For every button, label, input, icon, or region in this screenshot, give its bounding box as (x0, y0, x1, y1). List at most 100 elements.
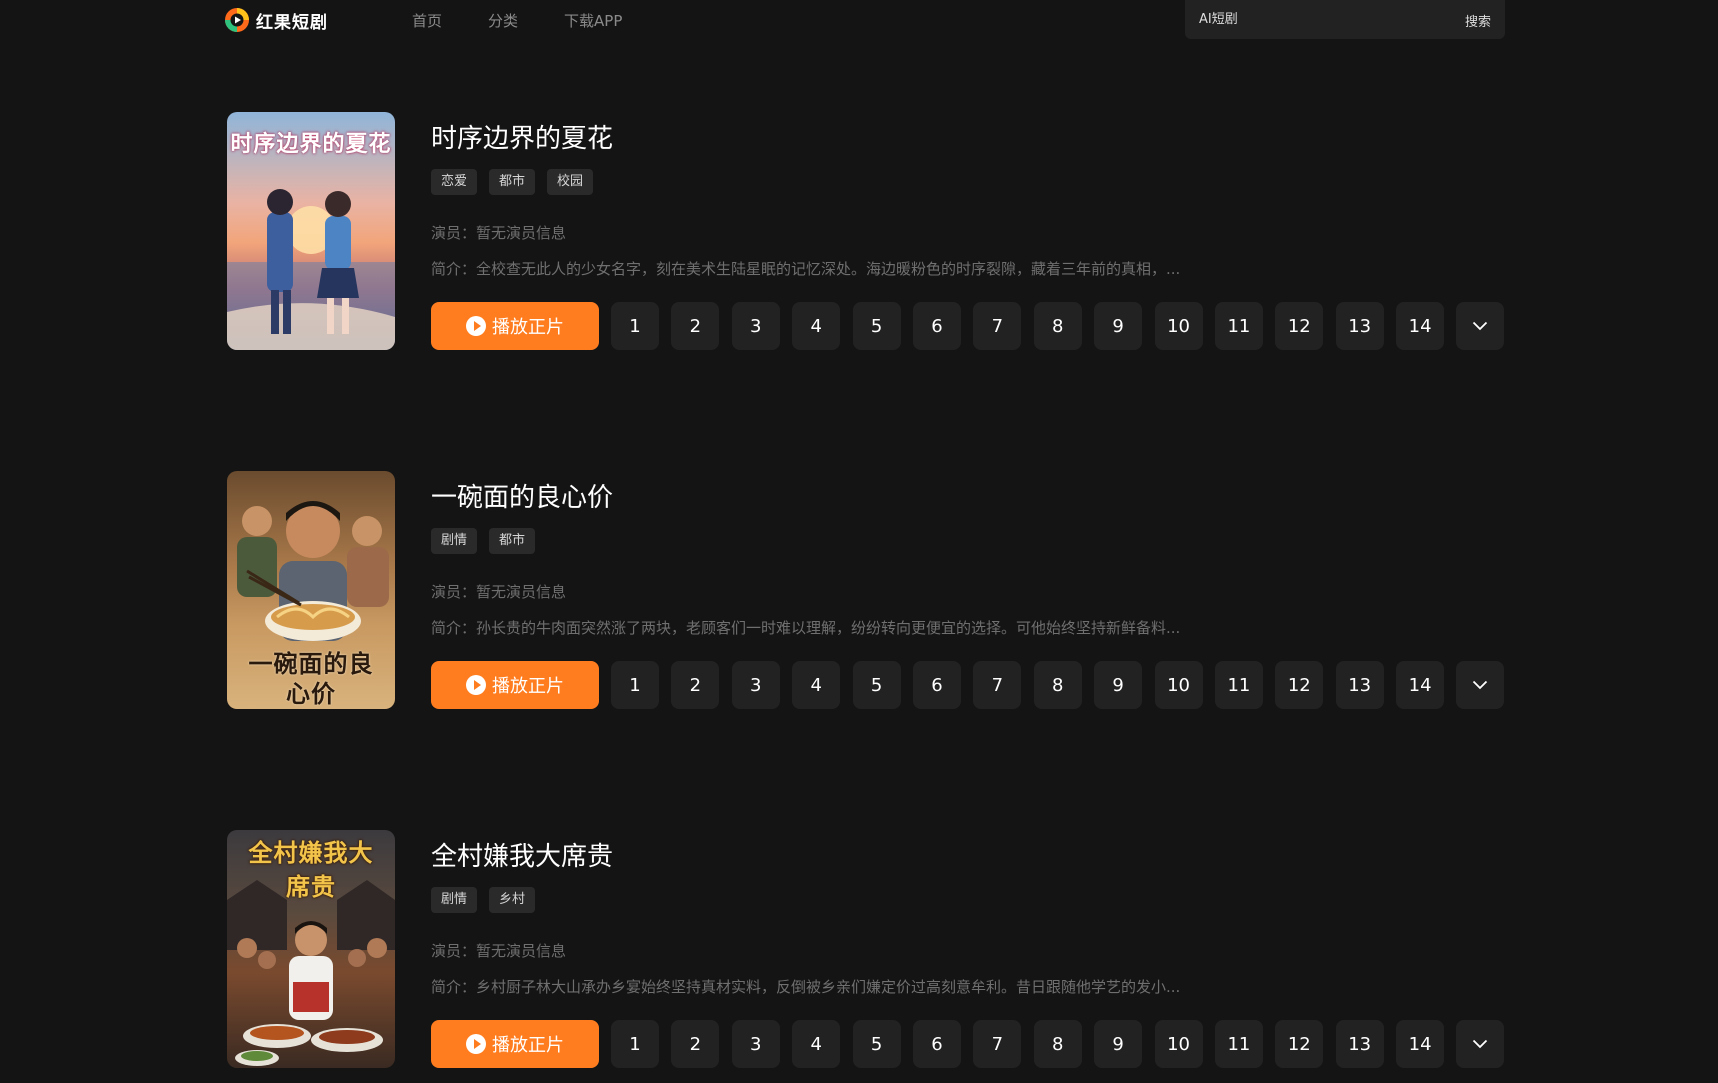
episode-button[interactable]: 14 (1396, 661, 1445, 709)
episode-button[interactable]: 11 (1214, 661, 1263, 709)
tag-list: 恋爱 都市 校园 (431, 169, 605, 195)
search-box: 搜索 (1185, 0, 1505, 39)
episode-button[interactable]: 7 (973, 1020, 1022, 1068)
top-bar: 红果短剧 首页 分类 下载APP 搜索 (0, 0, 1718, 44)
episode-controls: 播放正片 1 2 3 4 5 6 7 8 9 10 11 12 13 14 (431, 302, 1505, 350)
drama-title[interactable]: 全村嫌我大席贵 (431, 836, 613, 873)
play-button[interactable]: 播放正片 (431, 302, 599, 350)
drama-card: 全村嫌我大席贵 全村嫌我大席贵 剧情 乡村 演员：暂无演员信息 简介：乡村厨子林… (227, 830, 1507, 1070)
main-nav: 首页 分类 下载APP (412, 10, 668, 31)
nav-download-app[interactable]: 下载APP (564, 10, 622, 31)
play-circle-icon (466, 316, 486, 336)
episode-button[interactable]: 13 (1335, 302, 1384, 350)
chevron-down-icon (1473, 1039, 1488, 1049)
search-input[interactable] (1199, 9, 1429, 29)
drama-actors: 演员：暂无演员信息 (431, 224, 567, 242)
poster-title: 时序边界的夏花 (230, 131, 392, 157)
tag[interactable]: 乡村 (489, 887, 536, 913)
episode-controls: 播放正片 1 2 3 4 5 6 7 8 9 10 11 12 13 14 (431, 661, 1505, 709)
tag[interactable]: 都市 (489, 528, 536, 554)
play-logo-icon (224, 7, 250, 33)
episode-button[interactable]: 9 (1094, 302, 1143, 350)
tag-list: 剧情 乡村 (431, 887, 547, 913)
episode-button[interactable]: 1 (611, 1020, 659, 1068)
drama-poster[interactable]: 一碗面的良心价 (227, 471, 395, 709)
chevron-down-icon (1473, 321, 1488, 331)
logo[interactable]: 红果短剧 (224, 6, 328, 34)
episode-button[interactable]: 5 (852, 302, 901, 350)
episode-button[interactable]: 10 (1154, 1020, 1203, 1068)
play-circle-icon (466, 675, 486, 695)
episode-button[interactable]: 3 (731, 1020, 780, 1068)
drama-card: 一碗面的良心价 一碗面的良心价 剧情 都市 演员：暂无演员信息 简介：孙长贵的牛… (227, 471, 1507, 711)
episode-button[interactable]: 9 (1094, 1020, 1143, 1068)
episode-button[interactable]: 2 (671, 661, 720, 709)
nav-home[interactable]: 首页 (412, 10, 442, 31)
episode-button[interactable]: 12 (1275, 1020, 1324, 1068)
episode-button[interactable]: 3 (731, 661, 780, 709)
play-button-label: 播放正片 (492, 1035, 564, 1056)
tag-list: 剧情 都市 (431, 528, 547, 554)
episode-button[interactable]: 4 (792, 661, 841, 709)
poster-title: 一碗面的良心价 (248, 649, 374, 708)
more-episodes-button[interactable] (1456, 661, 1505, 709)
episode-button[interactable]: 3 (731, 302, 780, 350)
episode-button[interactable]: 1 (611, 661, 659, 709)
logo-text: 红果短剧 (256, 12, 328, 33)
episode-button[interactable]: 4 (792, 1020, 841, 1068)
episode-button[interactable]: 2 (671, 302, 720, 350)
episode-button[interactable]: 4 (792, 302, 841, 350)
play-circle-icon (466, 1034, 486, 1054)
drama-synopsis: 简介：孙长贵的牛肉面突然涨了两块，老顾客们一时难以理解，纷纷转向更便宜的选择。可… (431, 619, 1181, 637)
drama-actors: 演员：暂无演员信息 (431, 583, 567, 601)
tag[interactable]: 剧情 (431, 528, 478, 554)
episode-button[interactable]: 8 (1033, 1020, 1082, 1068)
episode-button[interactable]: 8 (1033, 661, 1082, 709)
play-button[interactable]: 播放正片 (431, 661, 599, 709)
episode-button[interactable]: 1 (611, 302, 659, 350)
episode-button[interactable]: 2 (671, 1020, 720, 1068)
episode-button[interactable]: 6 (912, 1020, 961, 1068)
more-episodes-button[interactable] (1456, 1020, 1505, 1068)
search-button[interactable]: 搜索 (1465, 11, 1491, 30)
drama-synopsis: 简介：乡村厨子林大山承办乡宴始终坚持真材实料，反倒被乡亲们嫌定价过高刻意牟利。昔… (431, 978, 1181, 996)
episode-button[interactable]: 9 (1094, 661, 1143, 709)
drama-title[interactable]: 时序边界的夏花 (431, 118, 613, 155)
more-episodes-button[interactable] (1456, 302, 1505, 350)
episode-button[interactable]: 11 (1214, 1020, 1263, 1068)
episode-button[interactable]: 11 (1214, 302, 1263, 350)
episode-button[interactable]: 6 (912, 302, 961, 350)
play-button-label: 播放正片 (492, 676, 564, 697)
drama-poster[interactable]: 全村嫌我大席贵 (227, 830, 395, 1068)
tag[interactable]: 都市 (489, 169, 536, 195)
episode-button[interactable]: 7 (973, 661, 1022, 709)
episode-button[interactable]: 14 (1396, 302, 1445, 350)
drama-actors: 演员：暂无演员信息 (431, 942, 567, 960)
drama-synopsis: 简介：全校查无此人的少女名字，刻在美术生陆星眠的记忆深处。海边暖粉色的时序裂隙，… (431, 260, 1181, 278)
tag[interactable]: 恋爱 (431, 169, 478, 195)
episode-button[interactable]: 12 (1275, 661, 1324, 709)
episode-button[interactable]: 12 (1275, 302, 1324, 350)
episode-button[interactable]: 7 (973, 302, 1022, 350)
tag[interactable]: 剧情 (431, 887, 478, 913)
episode-button[interactable]: 14 (1396, 1020, 1445, 1068)
chevron-down-icon (1473, 680, 1488, 690)
episode-button[interactable]: 6 (912, 661, 961, 709)
drama-card: 时序边界的夏花 时序边界的夏花 恋爱 都市 校园 演员：暂无演员信息 简介：全校… (227, 112, 1507, 352)
play-button-label: 播放正片 (492, 317, 564, 338)
drama-title[interactable]: 一碗面的良心价 (431, 477, 613, 514)
episode-controls: 播放正片 1 2 3 4 5 6 7 8 9 10 11 12 13 14 (431, 1020, 1505, 1068)
poster-title: 全村嫌我大席贵 (248, 838, 374, 901)
episode-button[interactable]: 5 (852, 661, 901, 709)
episode-button[interactable]: 8 (1033, 302, 1082, 350)
drama-poster[interactable]: 时序边界的夏花 (227, 112, 395, 350)
nav-category[interactable]: 分类 (488, 10, 518, 31)
episode-button[interactable]: 10 (1154, 661, 1203, 709)
episode-button[interactable]: 5 (852, 1020, 901, 1068)
tag[interactable]: 校园 (547, 169, 594, 195)
episode-button[interactable]: 13 (1335, 661, 1384, 709)
play-button[interactable]: 播放正片 (431, 1020, 599, 1068)
episode-button[interactable]: 10 (1154, 302, 1203, 350)
page: 红果短剧 首页 分类 下载APP 搜索 (0, 0, 1718, 1083)
episode-button[interactable]: 13 (1335, 1020, 1384, 1068)
